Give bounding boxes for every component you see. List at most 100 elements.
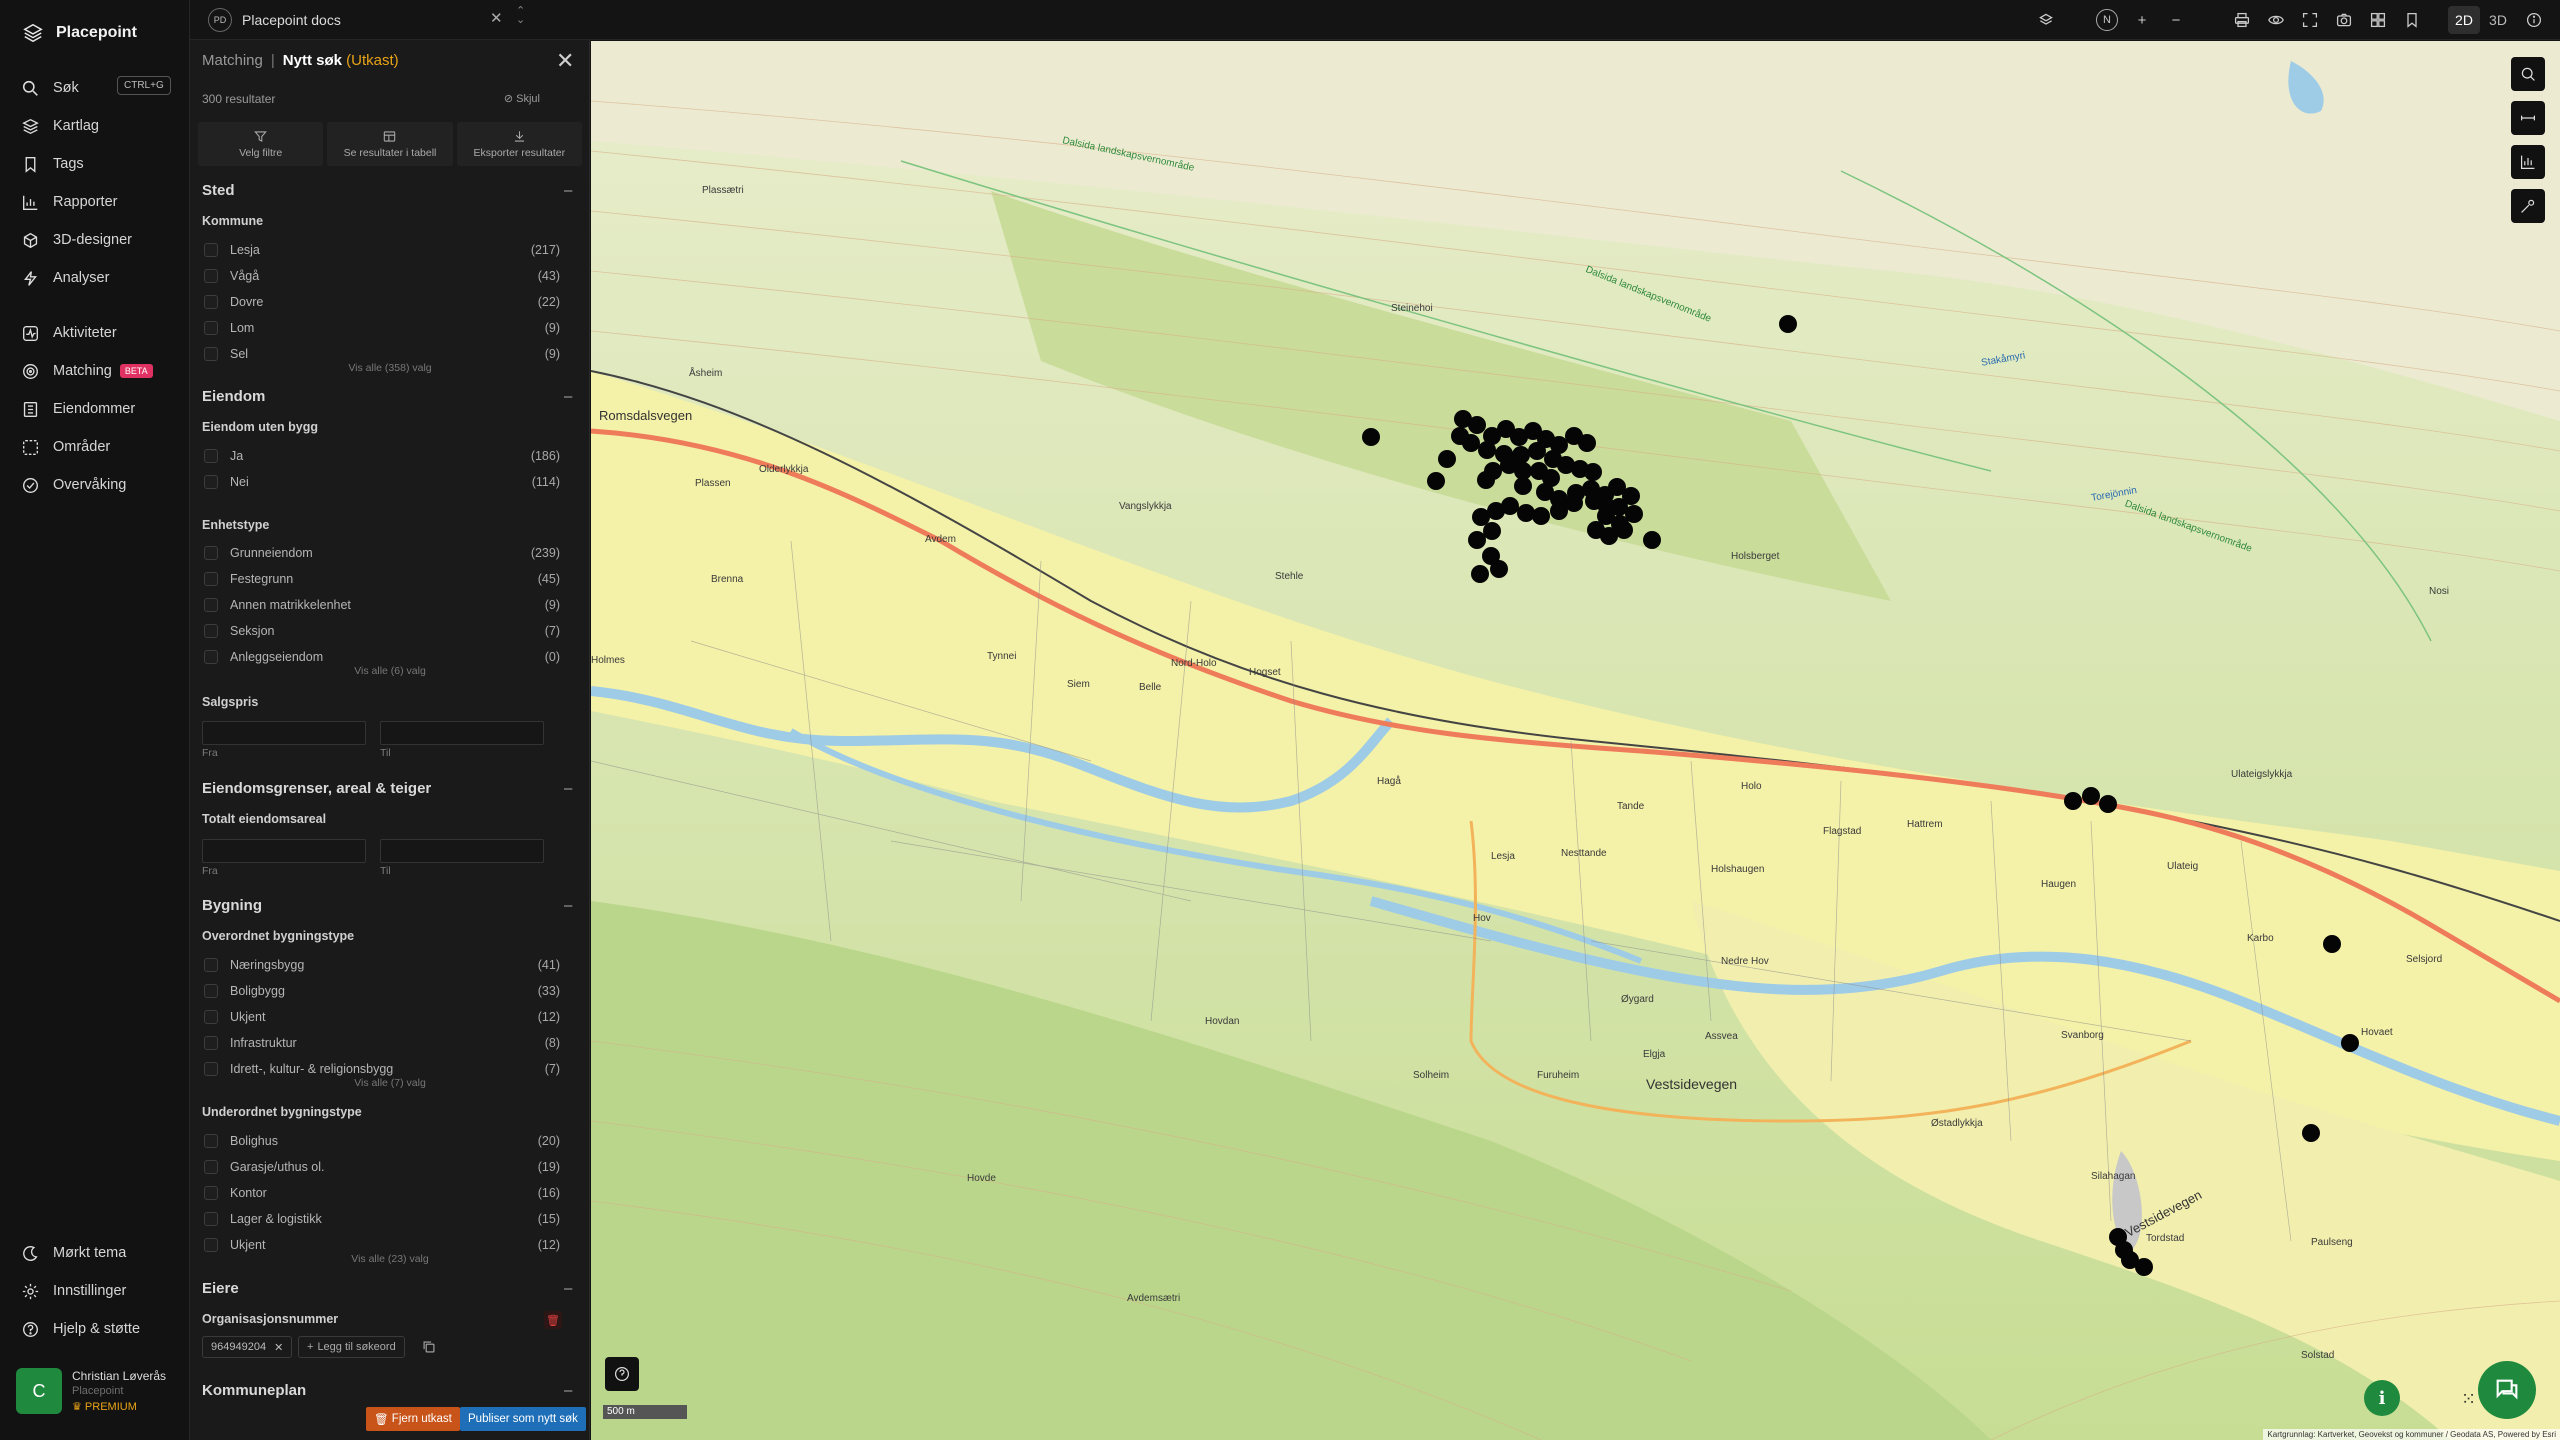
result-marker[interactable] — [2135, 1258, 2153, 1276]
close-panel-icon[interactable]: ✕ — [556, 48, 574, 74]
area-from-input[interactable] — [202, 839, 366, 863]
collapse-icon[interactable]: – — [564, 388, 572, 405]
checkbox[interactable] — [204, 958, 218, 972]
show-all-link[interactable]: Vis alle (7) valg — [190, 1077, 589, 1089]
add-keyword-button[interactable]: + Legg til søkeord — [298, 1336, 405, 1358]
checkbox[interactable] — [204, 295, 218, 309]
layers-stack-icon[interactable] — [2036, 10, 2056, 30]
collapse-icon[interactable]: – — [564, 1382, 572, 1399]
workspace-selector[interactable]: PD Placepoint docs — [208, 8, 341, 32]
section-title-bygning[interactable]: Bygning — [202, 897, 262, 914]
filter-option[interactable]: Lesja (217) — [202, 239, 560, 261]
result-marker[interactable] — [2064, 792, 2082, 810]
collapse-icon[interactable]: – — [564, 182, 572, 199]
nav-item-3d-designer[interactable]: 3D-designer — [22, 228, 172, 252]
result-marker[interactable] — [1578, 434, 1596, 452]
result-marker[interactable] — [1584, 463, 1602, 481]
section-title-sted[interactable]: Sted — [202, 182, 235, 199]
show-all-link[interactable]: Vis alle (23) valg — [190, 1253, 589, 1265]
filter-option[interactable]: Garasje/uthus ol. (19) — [202, 1156, 560, 1178]
checkbox[interactable] — [204, 1010, 218, 1024]
compass-icon[interactable]: N — [2096, 9, 2118, 31]
nav-item-rapporter[interactable]: Rapporter — [22, 190, 172, 214]
checkbox[interactable] — [204, 475, 218, 489]
chat-button[interactable] — [2478, 1361, 2536, 1419]
chevron-updown-icon[interactable]: ⌃ ⌄ — [516, 6, 525, 26]
result-marker[interactable] — [1471, 565, 1489, 583]
checkbox[interactable] — [204, 321, 218, 335]
filter-option[interactable]: Lom (9) — [202, 317, 560, 339]
filter-option[interactable]: Nei (114) — [202, 471, 560, 493]
draw-tool[interactable] — [2511, 189, 2545, 223]
section-title-grenser[interactable]: Eiendomsgrenser, areal & teiger — [202, 780, 431, 797]
profile-tool[interactable] — [2511, 145, 2545, 179]
eye-icon[interactable] — [2266, 10, 2286, 30]
result-marker[interactable] — [2323, 935, 2341, 953]
result-marker[interactable] — [1615, 521, 1633, 539]
map-canvas[interactable]: Romsdalsvegen Vestsidevegen Vestsidevege… — [591, 41, 2560, 1440]
app-logo[interactable]: Placepoint — [22, 22, 137, 44]
nav-item-eiendommer[interactable]: Eiendommer — [22, 397, 172, 421]
map-search-tool[interactable] — [2511, 57, 2545, 91]
print-icon[interactable] — [2232, 10, 2252, 30]
show-all-link[interactable]: Vis alle (6) valg — [190, 665, 589, 677]
checkbox[interactable] — [204, 624, 218, 638]
filter-option[interactable]: Dovre (22) — [202, 291, 560, 313]
checkbox[interactable] — [204, 347, 218, 361]
checkbox[interactable] — [204, 243, 218, 257]
nav-item-tags[interactable]: Tags — [22, 152, 172, 176]
filter-option[interactable]: Annen matrikkelenhet (9) — [202, 594, 560, 616]
filter-option[interactable]: Kontor (16) — [202, 1182, 560, 1204]
section-title-eiere[interactable]: Eiere — [202, 1280, 239, 1297]
nav-item-overvaking[interactable]: Overvåking — [22, 473, 172, 497]
filter-option[interactable]: Seksjon (7) — [202, 620, 560, 642]
checkbox[interactable] — [204, 984, 218, 998]
delete-filter-button[interactable]: 🗑 — [544, 1311, 562, 1329]
filter-option[interactable]: Næringsbygg (41) — [202, 954, 560, 976]
result-marker[interactable] — [1438, 450, 1456, 468]
map-help-button[interactable] — [605, 1357, 639, 1391]
filter-option[interactable]: Lager & logistikk (15) — [202, 1208, 560, 1230]
nav-item-search[interactable]: Søk CTRL+G — [22, 76, 172, 100]
checkbox[interactable] — [204, 598, 218, 612]
user-profile[interactable]: C Christian Løverås Placepoint ♛ PREMIUM — [16, 1368, 166, 1414]
collapse-icon[interactable]: – — [564, 897, 572, 914]
fullscreen-icon[interactable] — [2300, 10, 2320, 30]
checkbox[interactable] — [204, 1238, 218, 1252]
checkbox[interactable] — [204, 1134, 218, 1148]
result-marker[interactable] — [1643, 531, 1661, 549]
result-marker[interactable] — [1585, 492, 1603, 510]
publish-button[interactable]: Publiser som nytt søk — [460, 1407, 586, 1431]
mode-3d-button[interactable]: 3D — [2482, 6, 2514, 34]
hide-button[interactable]: ⊘ Skjul — [504, 92, 540, 105]
result-marker[interactable] — [1517, 504, 1535, 522]
filter-option[interactable]: Grunneiendom (239) — [202, 542, 560, 564]
checkbox[interactable] — [204, 572, 218, 586]
measure-tool[interactable] — [2511, 101, 2545, 135]
nav-item-settings[interactable]: Innstillinger — [22, 1279, 172, 1303]
checkbox[interactable] — [204, 650, 218, 664]
checkbox[interactable] — [204, 1036, 218, 1050]
section-title-kommuneplan[interactable]: Kommuneplan — [202, 1382, 306, 1399]
info-button[interactable]: i — [2364, 1380, 2400, 1416]
choose-filters-button[interactable]: Velg filtre — [198, 122, 324, 166]
zoom-out-icon[interactable]: − — [2166, 10, 2186, 30]
nav-item-omrader[interactable]: Områder — [22, 435, 172, 459]
area-to-input[interactable] — [380, 839, 544, 863]
result-marker[interactable] — [1468, 531, 1486, 549]
remove-draft-button[interactable]: 🗑 Fjern utkast — [366, 1407, 460, 1431]
checkbox[interactable] — [204, 546, 218, 560]
breadcrumb-parent[interactable]: Matching — [202, 52, 263, 69]
export-results-button[interactable]: Eksporter resultater — [456, 122, 582, 166]
collapse-icon[interactable]: – — [564, 1280, 572, 1297]
view-table-button[interactable]: Se resultater i tabell — [327, 122, 453, 166]
keyword-chip[interactable]: 964949204 ✕ — [202, 1336, 293, 1358]
result-marker[interactable] — [1362, 428, 1380, 446]
info-icon[interactable] — [2524, 10, 2544, 30]
nav-item-dark-theme[interactable]: Mørkt tema — [22, 1241, 172, 1265]
result-marker[interactable] — [1514, 477, 1532, 495]
mode-2d-button[interactable]: 2D — [2448, 6, 2480, 34]
remove-chip-icon[interactable]: ✕ — [274, 1341, 283, 1354]
checkbox[interactable] — [204, 1160, 218, 1174]
checkbox[interactable] — [204, 269, 218, 283]
